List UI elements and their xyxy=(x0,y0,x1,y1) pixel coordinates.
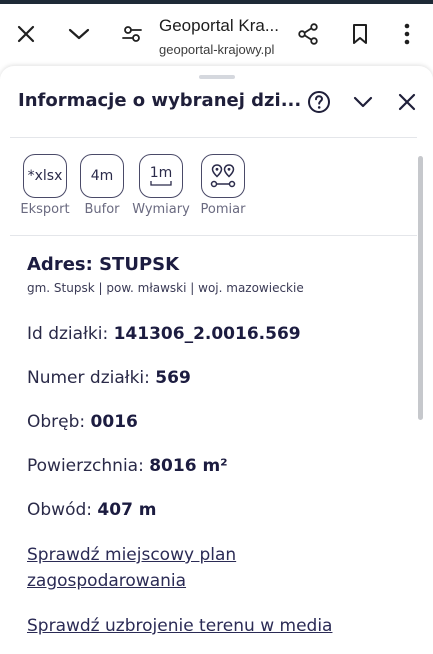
tool-label: Bufor xyxy=(84,202,120,217)
field-area: Powierzchnia: 8016 m² xyxy=(27,456,228,476)
more-vert-icon[interactable] xyxy=(393,20,421,48)
help-circle-icon[interactable] xyxy=(305,88,333,116)
field-value: 8016 m² xyxy=(149,456,228,476)
buffer-icon[interactable]: 4m xyxy=(80,154,124,198)
scrollbar[interactable] xyxy=(418,156,423,420)
tools-divider xyxy=(10,235,417,236)
tool-buffer[interactable]: 4m Bufor xyxy=(70,154,134,217)
drag-handle[interactable] xyxy=(199,75,235,79)
field-value: 407 m xyxy=(97,500,157,520)
field-label: Id działki: xyxy=(27,324,114,344)
utilities-link[interactable]: Sprawdź uzbrojenie terenu w media xyxy=(27,616,332,636)
parcel-info-sheet: Informacje o wybranej dzi... *xlsx Ekspo… xyxy=(0,66,433,654)
field-precinct: Obręb: 0016 xyxy=(27,412,138,432)
field-parcel-number: Numer działki: 569 xyxy=(27,368,191,388)
local-plan-link-line2[interactable]: zagospodarowania xyxy=(27,571,186,591)
tool-measure[interactable]: Pomiar xyxy=(191,154,255,217)
field-value: 141306_2.0016.569 xyxy=(113,324,301,344)
sheet-title: Informacje o wybranej dzi... xyxy=(18,90,302,111)
browser-toolbar: Geoportal Kra... geoportal-krajowy.pl xyxy=(0,4,433,66)
field-label: Obręb: xyxy=(27,412,91,432)
dimensions-icon-text: 1m xyxy=(149,165,173,181)
chevron-down-icon[interactable] xyxy=(65,20,93,48)
field-label: Numer działki: xyxy=(27,368,156,388)
browser-page-title[interactable]: Geoportal Kra... xyxy=(159,16,279,36)
tool-export[interactable]: *xlsx Eksport xyxy=(13,154,77,217)
browser-url[interactable]: geoportal-krajowy.pl xyxy=(159,42,274,57)
address-title: Adres: STUPSK xyxy=(27,254,180,275)
dimensions-icon[interactable]: 1m xyxy=(139,154,183,198)
field-parcel-id: Id działki: 141306_2.0016.569 xyxy=(27,324,301,344)
tool-label: Eksport xyxy=(20,202,70,217)
xlsx-icon[interactable]: *xlsx xyxy=(23,154,67,198)
share-icon[interactable] xyxy=(294,20,322,48)
tune-icon[interactable] xyxy=(118,20,146,48)
address-subtitle: gm. Stupsk | pow. mławski | woj. mazowie… xyxy=(27,281,304,295)
bookmark-icon[interactable] xyxy=(346,20,374,48)
field-perimeter: Obwód: 407 m xyxy=(27,500,157,520)
tool-label: Wymiary xyxy=(132,202,190,217)
field-value: 0016 xyxy=(90,412,138,432)
collapse-chevron-icon[interactable] xyxy=(349,88,377,116)
tool-dimensions[interactable]: 1m Wymiary xyxy=(129,154,193,217)
close-sheet-icon[interactable] xyxy=(393,88,421,116)
local-plan-link[interactable]: Sprawdź miejscowy plan xyxy=(27,545,236,565)
tool-label: Pomiar xyxy=(200,202,246,217)
field-value: 569 xyxy=(155,368,191,388)
header-divider xyxy=(10,137,417,138)
field-label: Obwód: xyxy=(27,500,98,520)
measure-pins-icon[interactable] xyxy=(201,154,245,198)
close-icon[interactable] xyxy=(12,20,40,48)
field-label: Powierzchnia: xyxy=(27,456,150,476)
